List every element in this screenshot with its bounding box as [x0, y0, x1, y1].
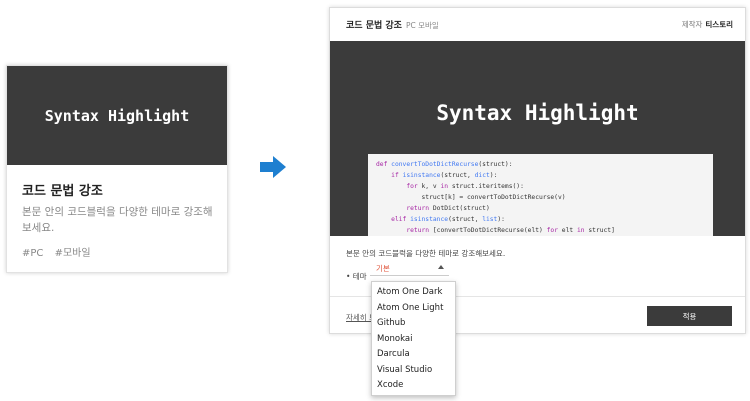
dialog-subtitle: PC 모바일	[405, 21, 439, 30]
card-description: 본문 안의 코드블럭을 다양한 테마로 강조해보세요.	[22, 206, 213, 234]
apply-button[interactable]: 적용	[647, 306, 732, 326]
card-title: 코드 문법 강조	[22, 184, 103, 199]
code-line: return DotDict(struct)	[406, 205, 490, 212]
theme-option[interactable]: Visual Studio	[377, 365, 432, 375]
theme-option[interactable]: Atom One Light	[377, 303, 443, 313]
theme-option[interactable]: Atom One Dark	[377, 287, 442, 297]
preview-hero: Syntax Highlight def convertToDotDictRec…	[330, 41, 745, 236]
code-line: def convertToDotDictRecurse(struct):	[376, 161, 513, 168]
code-line: return [convertToDotDictRecurse(elt) for…	[406, 227, 615, 234]
arrow-right-icon	[260, 156, 286, 178]
maker-name: 티스토리	[705, 20, 733, 29]
theme-dropdown: Atom One Dark Atom One Light Github Mono…	[371, 281, 456, 396]
dialog-description: 본문 안의 코드블럭을 다양한 테마로 강조해보세요.	[346, 249, 506, 258]
theme-option[interactable]: Github	[377, 318, 405, 328]
card-tags: #PC #모바일	[22, 244, 99, 259]
code-preview: def convertToDotDictRecurse(struct): if …	[368, 154, 713, 236]
theme-option[interactable]: Darcula	[377, 349, 410, 359]
card-thumbnail: Syntax Highlight	[7, 66, 227, 165]
maker-info: 제작자 티스토리	[682, 19, 733, 30]
tag-mobile[interactable]: #모바일	[55, 248, 91, 259]
dialog-title: 코드 문법 강조 PC 모바일	[346, 18, 439, 31]
code-line: elif isinstance(struct, list):	[391, 216, 505, 223]
theme-label: • 테마	[346, 272, 367, 281]
theme-option[interactable]: Monokai	[377, 334, 412, 344]
code-line: for k, v in struct.iteritems():	[406, 183, 524, 190]
theme-select-value: 기본	[376, 264, 390, 273]
maker-label: 제작자	[681, 20, 703, 29]
hero-title: Syntax Highlight	[436, 101, 639, 125]
plugin-card[interactable]: Syntax Highlight 코드 문법 강조 본문 안의 코드블럭을 다양…	[6, 65, 228, 273]
theme-option[interactable]: Xcode	[377, 380, 403, 390]
dialog-header: 코드 문법 강조 PC 모바일 제작자 티스토리	[330, 8, 745, 41]
code-line: if isinstance(struct, dict):	[391, 172, 498, 179]
tag-pc[interactable]: #PC	[22, 248, 43, 259]
dialog-title-text: 코드 문법 강조	[346, 21, 402, 31]
theme-select[interactable]: 기본	[370, 262, 449, 276]
card-thumbnail-text: Syntax Highlight	[44, 106, 190, 125]
code-line: struct[k] = convertToDotDictRecurse(v)	[376, 194, 566, 201]
caret-up-icon	[438, 265, 444, 269]
